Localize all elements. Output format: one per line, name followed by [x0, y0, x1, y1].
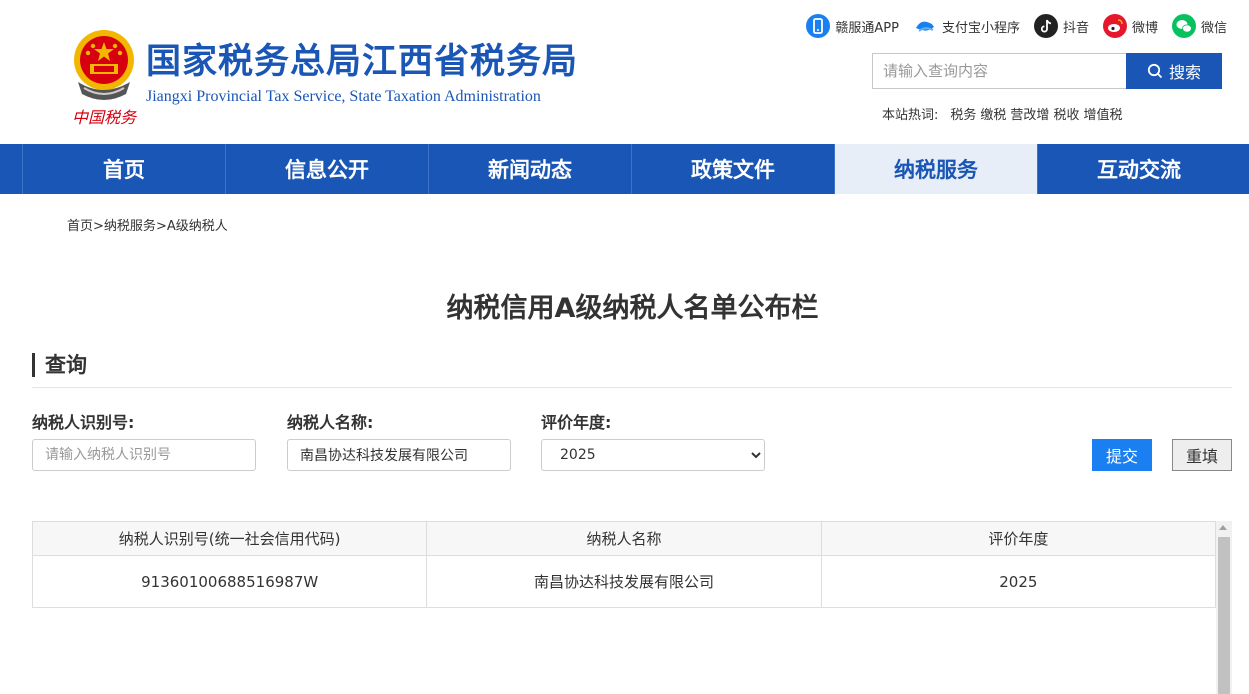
breadcrumb: 首页>纳税服务>A级纳税人 [67, 219, 228, 234]
column-header-taxpayer-name: 纳税人名称 [426, 521, 822, 556]
site-subtitle: Jiangxi Provincial Tax Service, State Ta… [146, 88, 541, 105]
hot-word-link[interactable]: 缴税 [980, 104, 1006, 123]
hot-word-link[interactable]: 税务 [950, 104, 976, 123]
query-section-header: 查询 [32, 352, 1232, 388]
reset-button[interactable]: 重填 [1172, 439, 1232, 471]
site-title: 国家税务总局江西省税务局 [146, 42, 579, 82]
results-table-container: 纳税人识别号(统一社会信用代码) 纳税人名称 评价年度 913601006885… [31, 521, 1217, 608]
weibo-icon [1102, 14, 1127, 38]
hot-word-link[interactable]: 营改增 [1010, 104, 1049, 123]
vertical-scrollbar[interactable] [1216, 521, 1232, 694]
table-row: 91360100688516987W 南昌协达科技发展有限公司 2025 [31, 555, 1217, 608]
hot-words-label: 本站热词: [882, 108, 939, 123]
search-icon [1147, 63, 1163, 79]
submit-button[interactable]: 提交 [1092, 439, 1152, 471]
search-button-label: 搜索 [1168, 63, 1201, 82]
cell-year: 2025 [820, 555, 1217, 608]
scrollbar-thumb[interactable] [1218, 537, 1230, 694]
taxpayer-name-label: 纳税人名称: [287, 413, 374, 432]
cell-taxpayer-name: 南昌协达科技发展有限公司 [426, 555, 822, 608]
results-table: 纳税人识别号(统一社会信用代码) 纳税人名称 评价年度 913601006885… [31, 521, 1217, 608]
site-search: 搜索 [872, 53, 1222, 89]
hot-words: 本站热词: 税务 缴税 营改增 税收 增值税 [882, 104, 1122, 123]
hot-word-link[interactable]: 税收 [1053, 104, 1079, 123]
taxpayer-id-label: 纳税人识别号: [32, 413, 135, 432]
cell-taxpayer-id: 91360100688516987W [31, 555, 428, 608]
social-link-weibo[interactable]: 微博 [1102, 14, 1158, 38]
social-link-app[interactable]: 赣服通APP [806, 14, 899, 38]
social-label-alipay: 支付宝小程序 [941, 20, 1020, 36]
nav-item-info-disclosure[interactable]: 信息公开 [225, 144, 428, 194]
main-nav: 首页 信息公开 新闻动态 政策文件 纳税服务 互动交流 [0, 144, 1249, 194]
year-select[interactable]: 2025 [541, 439, 765, 471]
social-label-douyin: 抖音 [1062, 20, 1089, 36]
nav-item-policy[interactable]: 政策文件 [631, 144, 834, 194]
breadcrumb-home[interactable]: 首页 [67, 219, 93, 234]
site-header: 中国税务 国家税务总局江西省税务局 Jiangxi Provincial Tax… [0, 0, 1249, 144]
social-link-douyin[interactable]: 抖音 [1033, 14, 1089, 38]
social-label-app: 赣服通APP [835, 20, 899, 36]
nav-item-news[interactable]: 新闻动态 [428, 144, 631, 194]
breadcrumb-current[interactable]: A级纳税人 [167, 219, 228, 234]
year-label: 评价年度: [541, 413, 612, 432]
social-label-wechat: 微信 [1200, 20, 1227, 36]
table-header-row: 纳税人识别号(统一社会信用代码) 纳税人名称 评价年度 [31, 521, 1217, 556]
social-links: 赣服通APP 支付宝小程序 抖音 微博 微信 [806, 14, 1227, 38]
nav-item-interaction[interactable]: 互动交流 [1037, 144, 1240, 194]
nav-item-home[interactable]: 首页 [22, 144, 225, 194]
column-header-year: 评价年度 [820, 521, 1217, 556]
social-link-alipay[interactable]: 支付宝小程序 [913, 14, 1020, 38]
national-emblem-logo: 中国税务 [66, 26, 142, 130]
app-icon [806, 14, 831, 38]
scroll-up-arrow-icon[interactable] [1219, 525, 1227, 530]
search-button[interactable]: 搜索 [1126, 53, 1222, 89]
taxpayer-name-input[interactable] [287, 439, 511, 471]
query-section-title: 查询 [45, 353, 87, 377]
emblem-caption: 中国税务 [71, 108, 136, 127]
nav-item-tax-service[interactable]: 纳税服务 [834, 144, 1037, 194]
douyin-icon [1033, 14, 1058, 38]
wechat-icon [1171, 14, 1196, 38]
social-link-wechat[interactable]: 微信 [1171, 14, 1227, 38]
alipay-icon [915, 21, 934, 32]
breadcrumb-tax-service[interactable]: 纳税服务 [104, 219, 156, 234]
search-input[interactable] [872, 53, 1126, 89]
column-header-taxpayer-id: 纳税人识别号(统一社会信用代码) [31, 521, 428, 556]
section-accent-bar [32, 353, 35, 377]
social-label-weibo: 微博 [1131, 20, 1158, 36]
page-title: 纳税信用A级纳税人名单公布栏 [446, 293, 819, 324]
hot-word-link[interactable]: 增值税 [1083, 104, 1122, 123]
taxpayer-id-input[interactable] [32, 439, 256, 471]
